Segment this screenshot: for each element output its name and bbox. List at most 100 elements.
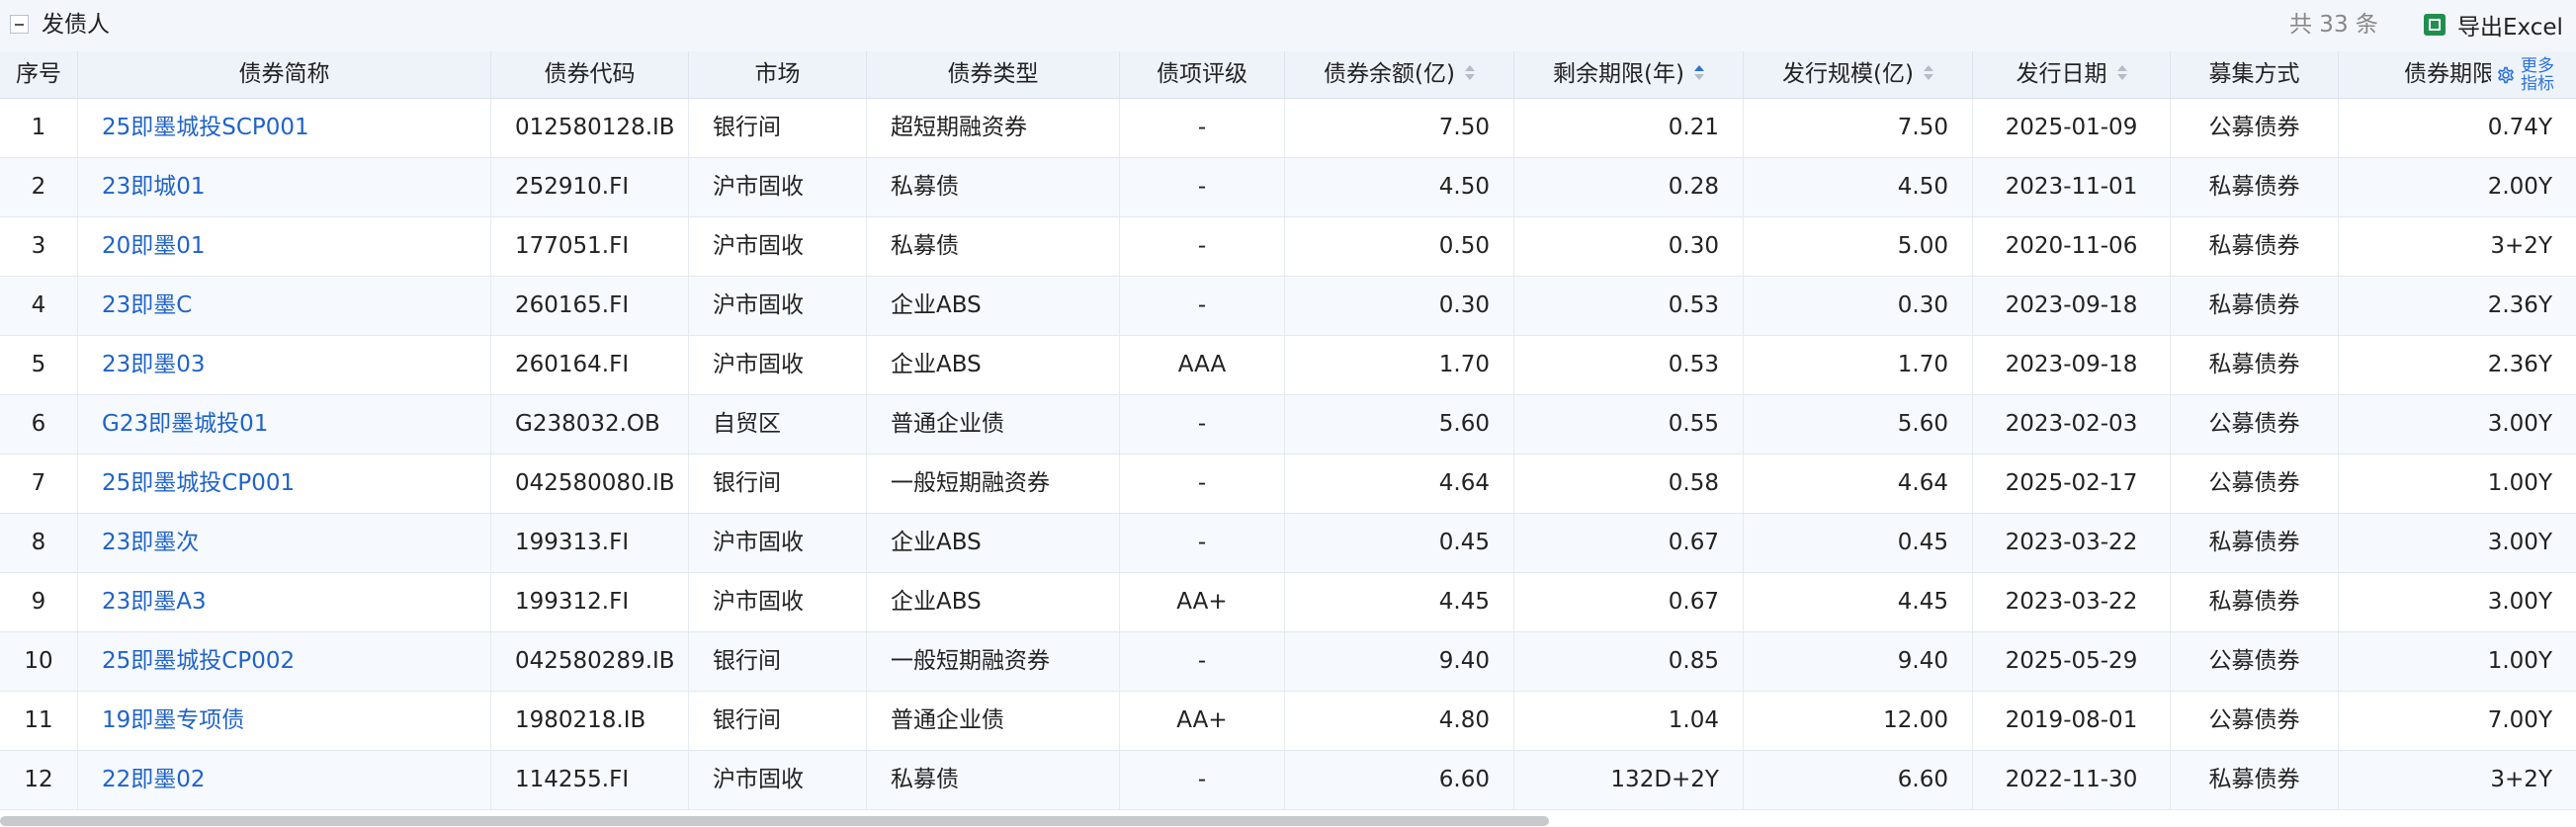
cell-market: 沪市固收 [689,514,867,572]
table-row[interactable]: 9 23即墨A3 199312.FI 沪市固收 企业ABS AA+ 4.45 0.67 4.45… [0,573,2576,632]
bond-name-link[interactable]: G23即墨城投01 [102,411,268,437]
cell-issue-date: 2020-11-06 [1973,217,2171,276]
cell-name: 23即墨A3 [78,573,491,631]
cell-value: 沪市固收 [713,530,804,555]
column-header-balance[interactable]: 债券余额(亿) [1285,51,1514,98]
sort-icon[interactable] [1464,64,1475,82]
cell-value: 0.30 [1438,292,1490,318]
cell-market: 自贸区 [689,395,867,454]
cell-value: 4.64 [1438,470,1490,496]
table-row[interactable]: 10 25即墨城投CP002 042580289.IB 银行间 一般短期融资券 - 9.40… [0,632,2576,692]
cell-index: 2 [0,158,78,216]
cell-market: 沪市固收 [689,336,867,394]
cell-value: 3+2Y [2490,233,2552,259]
cell-issue-size: 6.60 [1744,751,1973,809]
cell-value: 沪市固收 [713,292,804,318]
cell-value: AA+ [1176,589,1228,615]
cell-raise-method: 私募债券 [2171,158,2339,216]
table-row[interactable]: 1 25即墨城投SCP001 012580128.IB 银行间 超短期融资券 - 7.50 0… [0,99,2576,158]
table-row[interactable]: 4 23即墨C 260165.FI 沪市固收 企业ABS - 0.30 0.53 0.30 202… [0,277,2576,336]
table-row[interactable]: 6 G23即墨城投01 G238032.OB 自贸区 普通企业债 - 5.60 0.55 5.6… [0,395,2576,455]
table-row[interactable]: 12 22即墨02 114255.FI 沪市固收 私募债 - 6.60 132D+2Y 6.60… [0,751,2576,810]
cell-value: 4.45 [1897,589,1948,615]
more-indicators-button[interactable]: 更多 指标 [2491,51,2576,98]
cell-value: 银行间 [713,648,781,674]
collapse-icon[interactable] [10,15,29,34]
bond-name-link[interactable]: 23即墨03 [102,352,206,377]
column-header-issue-size[interactable]: 发行规模(亿) [1744,51,1973,98]
cell-remaining: 0.58 [1514,455,1744,513]
bond-name-link[interactable]: 25即墨城投SCP001 [102,115,309,140]
cell-index: 7 [0,455,78,513]
cell-value: 企业ABS [891,292,982,318]
cell-balance: 1.70 [1285,336,1514,394]
cell-value: 2019-08-01 [2005,707,2138,733]
cell-value: 252910.FI [515,174,630,200]
cell-value: 沪市固收 [713,589,804,615]
cell-balance: 4.45 [1285,573,1514,631]
cell-value: 260165.FI [515,292,630,318]
cell-value: 沪市固收 [713,233,804,259]
cell-value: 1.70 [1438,352,1490,377]
cell-term: 3.00Y [2339,395,2576,454]
cell-value: - [1197,292,1207,318]
table-row[interactable]: 8 23即墨次 199313.FI 沪市固收 企业ABS - 0.45 0.67 0.45 202… [0,514,2576,573]
bond-name-link[interactable]: 23即墨A3 [102,589,207,615]
cell-value: 普通企业债 [891,411,1004,437]
sort-icon[interactable] [1693,64,1704,82]
table-row[interactable]: 11 19即墨专项债 1980218.IB 银行间 普通企业债 AA+ 4.80 1.04 12… [0,692,2576,751]
cell-value: 私募债券 [2208,174,2300,200]
cell-value: 私募债券 [2208,292,2300,318]
cell-name: 25即墨城投CP002 [78,632,491,691]
sort-icon[interactable] [2116,64,2127,82]
cell-term: 7.00Y [2339,692,2576,750]
cell-value: 1.04 [1668,707,1719,733]
cell-value: 042580080.IB [515,470,675,496]
cell-value: 5.60 [1897,411,1948,437]
cell-name: 20即墨01 [78,217,491,276]
more-label-line1: 更多 [2521,55,2554,76]
bond-name-link[interactable]: 23即墨C [102,292,192,318]
horizontal-scrollbar-thumb[interactable] [0,816,1549,826]
cell-remaining: 0.53 [1514,336,1744,394]
cell-value: 11 [24,707,53,733]
column-header-issue-date[interactable]: 发行日期 [1973,51,2171,98]
cell-raise-method: 私募债券 [2171,573,2339,631]
bond-name-link[interactable]: 23即墨次 [102,530,199,555]
sort-icon[interactable] [1923,64,1933,82]
cell-index: 4 [0,277,78,335]
cell-value: 私募债 [891,233,959,259]
bond-name-link[interactable]: 25即墨城投CP002 [102,648,295,674]
bond-name-link[interactable]: 25即墨城投CP001 [102,470,295,496]
bond-name-link[interactable]: 20即墨01 [102,233,206,259]
cell-issue-date: 2025-01-09 [1973,99,2171,157]
cell-type: 企业ABS [867,277,1120,335]
cell-value: 沪市固收 [713,174,804,200]
cell-issue-date: 2023-09-18 [1973,336,2171,394]
cell-issue-size: 7.50 [1744,99,1973,157]
cell-term: 0.74Y [2339,99,2576,157]
cell-type: 私募债 [867,158,1120,216]
table-row[interactable]: 3 20即墨01 177051.FI 沪市固收 私募债 - 0.50 0.30 5.00 2020… [0,217,2576,277]
table-row[interactable]: 7 25即墨城投CP001 042580080.IB 银行间 一般短期融资券 - 4.64 0… [0,455,2576,514]
cell-issue-size: 4.64 [1744,455,1973,513]
export-excel-button[interactable]: 导出Excel [2424,9,2563,41]
table-row[interactable]: 5 23即墨03 260164.FI 沪市固收 企业ABS AAA 1.70 0.53 1.70… [0,336,2576,395]
column-header-remaining[interactable]: 剩余期限(年) [1514,51,1744,98]
column-header-name: 债券简称 [78,51,491,98]
cell-value: 1.00Y [2487,470,2552,496]
bond-name-link[interactable]: 22即墨02 [102,767,206,792]
cell-value: 公募债券 [2208,707,2300,733]
cell-value: - [1197,470,1207,496]
cell-value: 2023-03-22 [2005,589,2138,615]
table-row[interactable]: 2 23即城01 252910.FI 沪市固收 私募债 - 4.50 0.28 4.50 2023… [0,158,2576,217]
bond-name-link[interactable]: 19即墨专项债 [102,707,244,733]
cell-value: 132D+2Y [1610,767,1719,792]
cell-issue-date: 2023-02-03 [1973,395,2171,454]
cell-value: 企业ABS [891,530,982,555]
column-header-market: 市场 [689,51,867,98]
cell-type: 私募债 [867,217,1120,276]
cell-rating: AAA [1120,336,1285,394]
cell-value: 0.55 [1668,411,1719,437]
bond-name-link[interactable]: 23即城01 [102,174,206,200]
